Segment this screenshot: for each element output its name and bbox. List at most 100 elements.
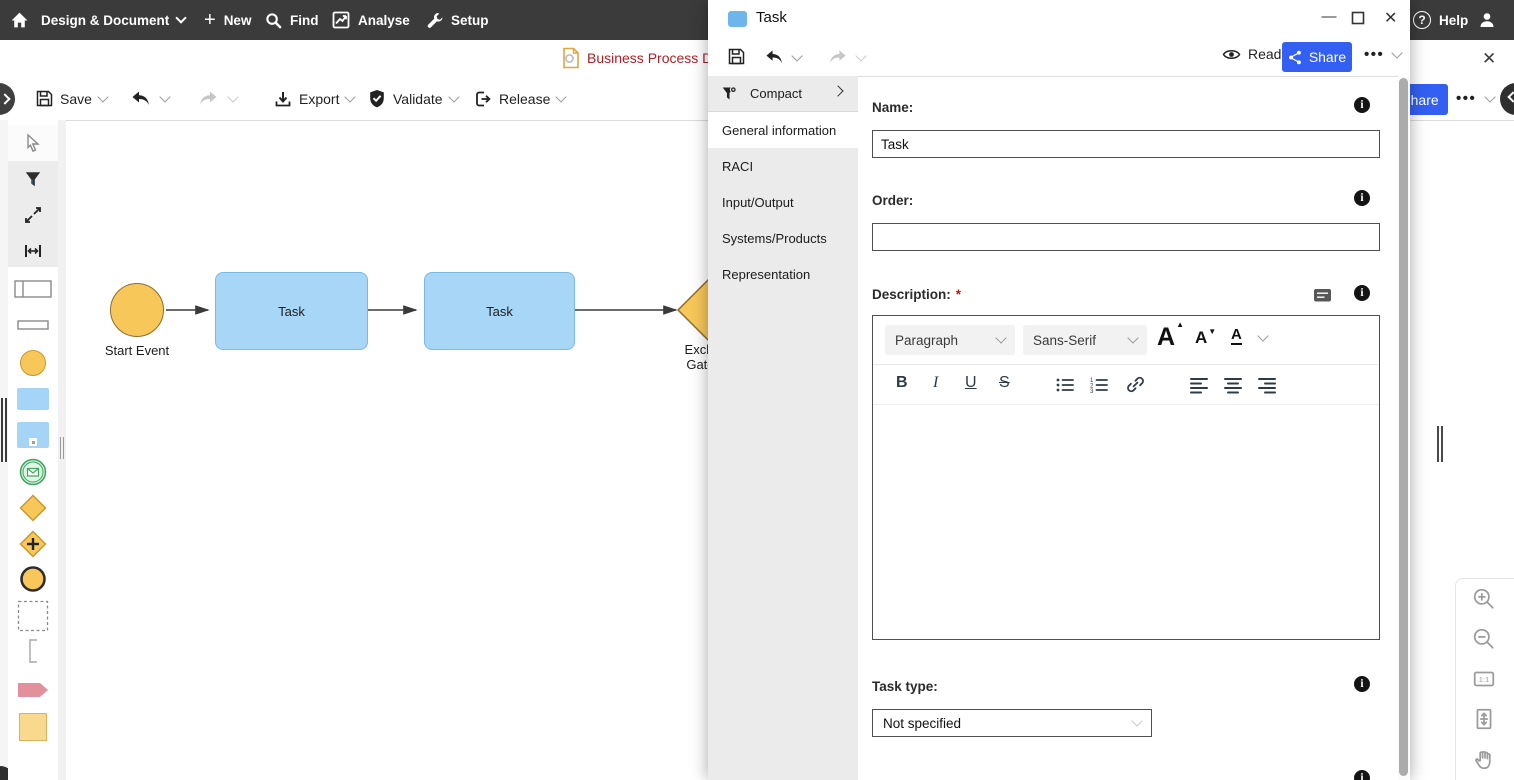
chevron-down-icon[interactable] (1257, 330, 1268, 341)
shape-end-event[interactable] (8, 561, 58, 597)
help-button[interactable]: ? Help (1413, 0, 1468, 40)
undo-button[interactable] (130, 78, 169, 119)
export-button[interactable]: Export (274, 78, 354, 119)
tool-pointer[interactable] (8, 125, 58, 161)
decrease-font-button[interactable]: A▼ (1195, 327, 1216, 348)
align-center-button[interactable] (1223, 376, 1243, 399)
message-event-icon (19, 458, 47, 486)
shape-subprocess[interactable] (8, 417, 58, 453)
save-button[interactable]: Save (36, 78, 107, 119)
redo-button[interactable] (198, 78, 237, 119)
description-notes-button[interactable] (1312, 285, 1333, 310)
dialog-more-button[interactable]: ••• (1364, 46, 1401, 63)
bullet-list-button[interactable] (1055, 376, 1075, 399)
share-button[interactable]: Share (1282, 42, 1352, 72)
palette-splitter[interactable] (58, 120, 66, 780)
app-window: Start Event Task Task Exclusive Gateway … (0, 0, 1514, 780)
description-info-icon[interactable]: i (1354, 285, 1370, 301)
tool-spacing[interactable] (8, 233, 58, 269)
read-mode-button[interactable]: Read (1222, 46, 1281, 62)
validate-button[interactable]: Validate (368, 78, 458, 119)
collapse-panel-toggle[interactable] (1500, 83, 1514, 115)
menu-setup[interactable]: Setup (427, 0, 489, 40)
end-event-icon (19, 565, 47, 593)
shape-start-event[interactable] (8, 345, 58, 381)
dialog-nav-general-information[interactable]: General information (708, 112, 858, 148)
strikethrough-button[interactable]: S (999, 374, 1010, 392)
increase-font-button[interactable]: A▲ (1157, 320, 1184, 352)
fit-to-page-button[interactable] (1472, 707, 1496, 736)
order-input[interactable] (872, 223, 1380, 251)
release-button[interactable]: Release (474, 78, 565, 119)
maximize-button[interactable] (1351, 11, 1365, 30)
task-type-select[interactable]: Not specified (872, 709, 1152, 737)
dialog-close-button[interactable]: ✕ (1384, 8, 1397, 28)
task-node[interactable]: Task (424, 272, 575, 350)
dialog-save-button[interactable] (728, 48, 745, 70)
task-node[interactable]: Task (215, 272, 368, 350)
zoom-out-button[interactable] (1472, 627, 1496, 656)
align-left-button[interactable] (1189, 376, 1209, 399)
link-button[interactable] (1125, 374, 1146, 400)
actual-size-button[interactable]: 1:1 (1472, 667, 1496, 696)
panel-more-button[interactable]: ••• (1456, 78, 1494, 119)
font-color-button[interactable]: A (1231, 327, 1242, 345)
user-button[interactable] (1477, 0, 1497, 40)
dialog-nav-representation[interactable]: Representation (708, 256, 858, 292)
shape-data-tag[interactable] (8, 672, 58, 708)
dialog-scrollbar[interactable] (1398, 76, 1410, 780)
menu-new[interactable]: + New (204, 0, 251, 40)
dialog-nav-input-output[interactable]: Input/Output (708, 184, 858, 220)
shape-exclusive-gateway[interactable] (8, 490, 58, 526)
paragraph-select[interactable]: Paragraph (885, 325, 1015, 355)
home-icon (10, 11, 29, 30)
home-button[interactable] (10, 0, 29, 40)
tool-resize[interactable] (8, 197, 58, 233)
shape-task[interactable] (8, 381, 58, 417)
shape-group[interactable] (8, 598, 58, 634)
chevron-down-icon (1392, 47, 1403, 58)
task-type-info-icon[interactable]: i (1354, 676, 1370, 692)
name-info-icon[interactable]: i (1354, 97, 1370, 113)
name-input[interactable] (872, 130, 1380, 158)
menu-design-document[interactable]: Design & Document (41, 0, 185, 40)
document-tab[interactable]: Business Process Dia (562, 47, 723, 69)
menu-analyse[interactable]: Analyse (332, 0, 410, 40)
dialog-nav-systems-products[interactable]: Systems/Products (708, 220, 858, 256)
dialog-nav-raci[interactable]: RACI (708, 148, 858, 184)
compact-view-button[interactable]: Compact (708, 76, 858, 112)
dialog-redo-button[interactable] (828, 49, 865, 66)
panel-close-button[interactable]: ✕ (1482, 49, 1496, 69)
dialog-undo-button[interactable] (764, 49, 801, 66)
expand-panel-toggle[interactable] (0, 83, 15, 115)
shape-parallel-gateway[interactable] (8, 526, 58, 562)
eye-icon (1222, 47, 1241, 62)
share-icon (1288, 50, 1302, 65)
user-icon (1477, 10, 1497, 30)
bold-button[interactable]: B (896, 374, 908, 392)
start-event-label: Start Event (87, 343, 187, 358)
shape-message-event[interactable] (8, 454, 58, 490)
shape-annotation[interactable] (8, 633, 58, 669)
menu-find[interactable]: Find (265, 0, 319, 40)
left-splitter[interactable] (0, 120, 8, 780)
description-text-area[interactable] (873, 405, 1379, 639)
italic-button[interactable]: I (933, 374, 938, 392)
scrollbar-thumb[interactable] (1399, 78, 1408, 776)
shape-lane[interactable] (8, 307, 58, 343)
numbered-list-button[interactable]: 123 (1089, 376, 1109, 399)
shape-note[interactable] (8, 709, 58, 745)
tool-filter[interactable] (8, 161, 58, 197)
minimize-button[interactable]: ― (1318, 8, 1340, 25)
order-info-icon[interactable]: i (1354, 190, 1370, 206)
shape-pool[interactable] (8, 271, 58, 307)
underline-button[interactable]: U (965, 374, 977, 392)
font-family-select[interactable]: Sans-Serif (1023, 325, 1147, 355)
pan-button[interactable] (1472, 747, 1496, 776)
dialog-title-bar[interactable]: Task ― ✕ (708, 0, 1410, 39)
right-splitter-handle[interactable] (1437, 426, 1445, 462)
next-field-info-icon[interactable]: i (1354, 770, 1370, 780)
align-right-button[interactable] (1257, 376, 1277, 399)
start-event-node[interactable] (110, 283, 164, 337)
zoom-in-button[interactable] (1472, 587, 1496, 616)
